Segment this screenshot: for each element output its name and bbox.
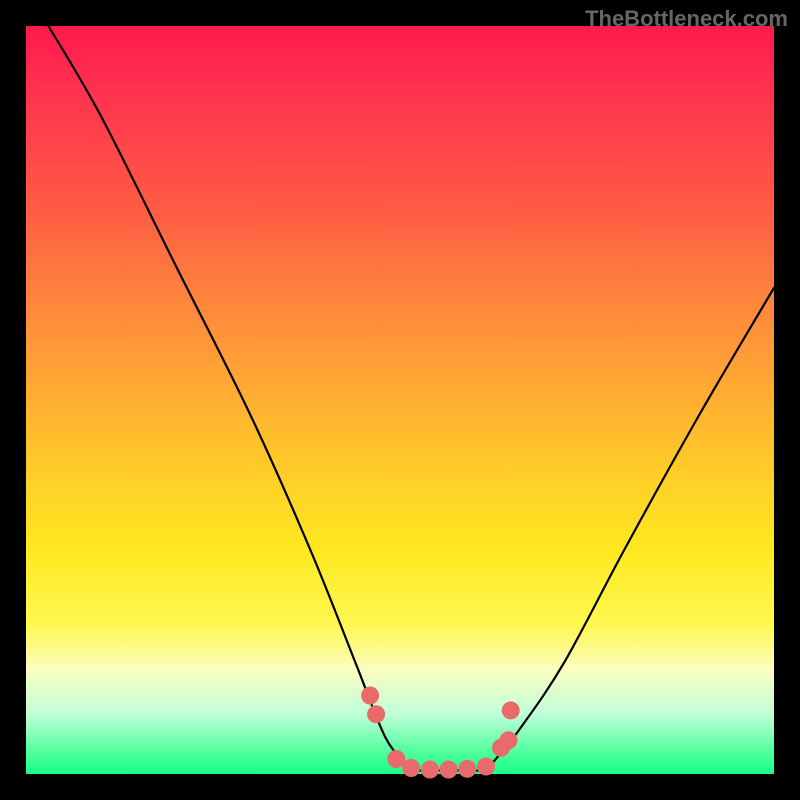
chart-svg — [26, 26, 774, 774]
data-marker — [361, 687, 379, 705]
data-marker — [458, 760, 476, 778]
data-marker — [477, 758, 495, 776]
data-marker — [387, 750, 405, 768]
data-marker — [367, 705, 385, 723]
data-marker — [402, 759, 420, 777]
watermark-text: TheBottleneck.com — [585, 6, 788, 32]
bottleneck-curve — [48, 26, 774, 771]
data-marker — [500, 731, 518, 749]
marker-group — [361, 687, 520, 779]
data-marker — [440, 761, 458, 779]
data-marker — [502, 701, 520, 719]
bottleneck-chart — [26, 26, 774, 774]
data-marker — [421, 761, 439, 779]
curve-group — [48, 26, 774, 771]
